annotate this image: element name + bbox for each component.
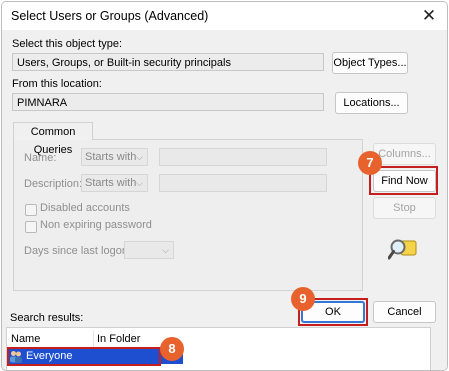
- stop-button[interactable]: Stop: [373, 197, 436, 219]
- cancel-button[interactable]: Cancel: [373, 301, 436, 323]
- window-title: Select Users or Groups (Advanced): [11, 9, 209, 23]
- description-match-combo[interactable]: Starts with ⌵: [81, 174, 148, 192]
- search-results-label: Search results:: [10, 312, 84, 324]
- disabled-accounts-label: Disabled accounts: [40, 202, 130, 214]
- columns-button[interactable]: Columns...: [373, 143, 436, 165]
- location-field: PIMNARA: [12, 93, 324, 111]
- close-icon[interactable]: ✕: [418, 5, 440, 27]
- locations-button[interactable]: Locations...: [335, 92, 408, 114]
- chevron-down-icon: ⌵: [162, 245, 169, 255]
- chevron-down-icon: ⌵: [136, 178, 143, 188]
- callout-badge-7: 7: [358, 151, 382, 175]
- description-match-value: Starts with: [85, 177, 137, 189]
- name-label: Name:: [24, 152, 57, 164]
- description-label: Description:: [24, 178, 83, 190]
- column-header-name[interactable]: Name: [11, 333, 40, 345]
- object-type-field: Users, Groups, or Built-in security prin…: [12, 53, 324, 71]
- name-match-value: Starts with: [85, 151, 137, 163]
- tab-common-queries[interactable]: Common Queries: [13, 122, 93, 156]
- days-since-logon-label: Days since last logon:: [24, 245, 131, 257]
- description-input[interactable]: [159, 174, 327, 192]
- disabled-accounts-checkbox[interactable]: [25, 204, 37, 216]
- callout-badge-8: 8: [160, 337, 184, 361]
- column-divider: [93, 330, 94, 348]
- non-expiring-password-label: Non expiring password: [40, 219, 152, 231]
- title-bar: Select Users or Groups (Advanced) ✕: [2, 2, 447, 30]
- results-scrollbar[interactable]: [431, 327, 447, 370]
- object-types-button[interactable]: Object Types...: [332, 52, 408, 74]
- name-input[interactable]: [159, 148, 327, 166]
- search-results-list[interactable]: Name In Folder Everyone: [6, 327, 431, 370]
- days-since-logon-combo[interactable]: ⌵: [124, 241, 174, 259]
- dialog-window: Select Users or Groups (Advanced) ✕ Sele…: [1, 1, 448, 371]
- magnifier-icon: [388, 239, 417, 260]
- object-type-label: Select this object type:: [12, 38, 123, 50]
- callout-badge-9: 9: [291, 287, 315, 311]
- chevron-down-icon: ⌵: [136, 152, 143, 162]
- result-row-highlight: [7, 347, 161, 366]
- column-header-in-folder[interactable]: In Folder: [97, 333, 140, 345]
- location-label: From this location:: [12, 78, 102, 90]
- name-match-combo[interactable]: Starts with ⌵: [81, 148, 148, 166]
- non-expiring-password-checkbox[interactable]: [25, 221, 37, 233]
